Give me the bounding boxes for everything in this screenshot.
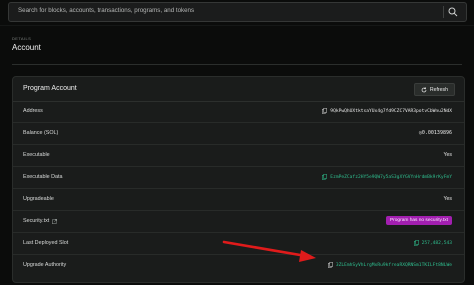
row-label: Upgradeable	[23, 196, 54, 202]
address-value[interactable]: 9QkPwQhUXtktsaYUx4g7fd9CZC7VAR3potvCbWnu…	[330, 109, 452, 114]
title-divider	[12, 64, 462, 65]
header-divider	[0, 25, 474, 26]
row-label: Executable	[23, 152, 50, 158]
row-label: Last Deployed Slot	[23, 240, 69, 246]
row-last-deployed-slot: Last Deployed Slot 257,482,543	[13, 233, 464, 255]
row-upgradeable: Upgradeable Yes	[13, 189, 464, 211]
program-account-card: Program Account Refresh Address 9QkPwQhU…	[12, 76, 465, 283]
card-title: Program Account	[23, 85, 77, 92]
row-upgrade-authority: Upgrade Authority 3ZLEmhSyVhLrgMxRu9kfre…	[13, 255, 464, 276]
search-input[interactable]: Search for blocks, accounts, transaction…	[18, 7, 194, 14]
copy-icon[interactable]	[322, 108, 328, 114]
row-security-txt: Security.txt Program has no security.txt	[13, 211, 464, 233]
refresh-button[interactable]: Refresh	[413, 83, 455, 96]
upgradeable-value: Yes	[443, 196, 452, 202]
page-title: Account	[12, 43, 41, 52]
row-executable-data: Executable Data EzmPeZCafz2HY5e9QW7y5aS3…	[13, 167, 464, 189]
row-label: Security.txt	[23, 218, 50, 224]
refresh-icon	[421, 86, 427, 93]
row-balance: Balance (SOL) ◎0.00139896	[13, 123, 464, 145]
external-link-icon[interactable]	[52, 218, 58, 224]
slot-link[interactable]: 257,482,543	[422, 241, 452, 246]
copy-icon[interactable]	[413, 240, 419, 246]
card-header: Program Account Refresh	[13, 77, 464, 102]
row-address: Address 9QkPwQhUXtktsaYUx4g7fd9CZC7VAR3p…	[13, 101, 464, 123]
row-label: Address	[23, 108, 43, 114]
section-label: DETAILS	[12, 36, 32, 41]
search-divider	[443, 6, 444, 18]
row-label: Executable Data	[23, 174, 63, 180]
upgrade-authority-link[interactable]: 3ZLEmhSyVhLrgMxRu9kfreaRXQRNSm1TKILFt8NL…	[336, 263, 452, 268]
security-txt-badge: Program has no security.txt	[385, 216, 452, 225]
copy-icon[interactable]	[327, 262, 333, 268]
row-label: Balance (SOL)	[23, 130, 59, 136]
executable-data-link[interactable]: EzmPeZCafz2HY5e9QW7y5aS3gXYGVYnHrdmBk9rK…	[330, 175, 452, 180]
copy-icon[interactable]	[322, 174, 328, 180]
executable-value: Yes	[443, 152, 452, 158]
balance-value: ◎0.00139896	[418, 130, 452, 136]
refresh-label: Refresh	[429, 86, 448, 93]
search-bar[interactable]: Search for blocks, accounts, transaction…	[8, 2, 467, 22]
search-icon[interactable]	[448, 7, 458, 17]
row-executable: Executable Yes	[13, 145, 464, 167]
row-label: Upgrade Authority	[23, 262, 67, 268]
